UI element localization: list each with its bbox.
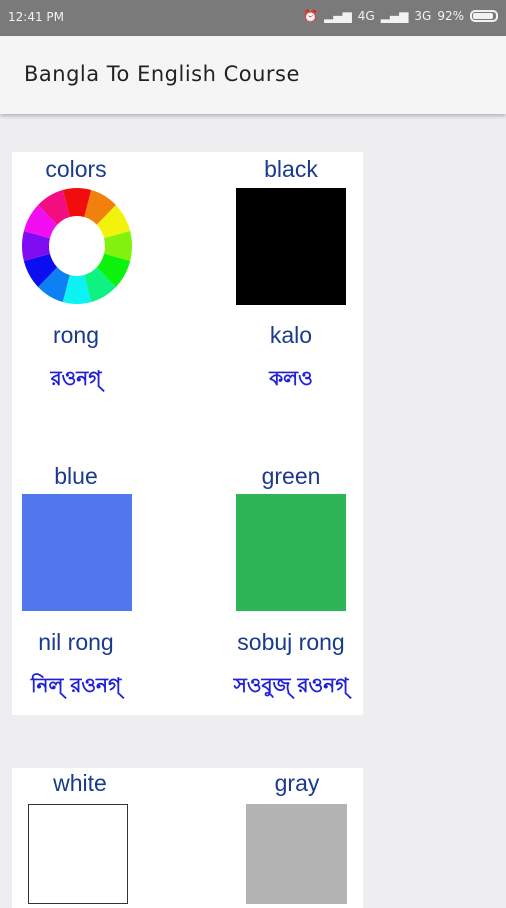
signal-icon-2: ▂▄▆: [380, 9, 409, 23]
bangla-word: নিল্ রওনগ্: [30, 673, 122, 697]
alarm-icon: ⏰: [303, 9, 319, 23]
vocab-item-gray[interactable]: gray: [217, 768, 377, 908]
bangla-word: রওনগ্: [50, 366, 102, 390]
vocab-item-colors[interactable]: colors rong রওনগ্: [0, 152, 156, 432]
network-3g-label: 3G: [414, 9, 432, 23]
status-icons: ⏰ ▂▄▆ 4G ▂▄▆ 3G 92%: [303, 9, 498, 23]
bangla-word: সওবুজ্ রওনগ্: [233, 673, 349, 697]
color-swatch: [236, 188, 346, 305]
battery-fill: [473, 13, 494, 19]
english-word: blue: [54, 463, 98, 489]
vocab-item-white[interactable]: white: [0, 768, 160, 908]
english-word: colors: [45, 156, 107, 182]
romanized-word: nil rong: [38, 629, 114, 655]
signal-icon: ▂▄▆: [324, 9, 352, 23]
vocab-card-2: white gray: [12, 768, 363, 908]
network-4g-label: 4G: [357, 9, 375, 23]
color-swatch: [28, 804, 128, 904]
status-bar: 12:41 PM ⏰ ▂▄▆ 4G ▂▄▆ 3G 92%: [0, 0, 506, 36]
color-swatch: [22, 494, 132, 611]
english-word: black: [264, 156, 318, 182]
english-word: gray: [274, 770, 320, 796]
status-time: 12:41 PM: [8, 10, 64, 24]
color-wheel-icon: [21, 188, 132, 304]
romanized-word: rong: [52, 322, 100, 348]
vocab-card-1: colors rong রওনগ্ black kalo কলও blue ni…: [12, 152, 363, 715]
app-title: Bangla To English Course: [24, 62, 300, 86]
vocab-item-green[interactable]: green sobuj rong সওবুজ্ রওনগ্: [211, 459, 371, 709]
color-swatch: [236, 494, 346, 611]
battery-percent: 92%: [437, 9, 464, 23]
vocab-item-black[interactable]: black kalo কলও: [211, 152, 371, 432]
app-bar: Bangla To English Course: [0, 36, 506, 114]
color-swatch: [246, 804, 347, 904]
bangla-word: কলও: [269, 366, 313, 390]
romanized-word: kalo: [269, 322, 313, 348]
battery-icon: [470, 10, 498, 22]
english-word: green: [261, 463, 321, 489]
vocab-item-blue[interactable]: blue nil rong নিল্ রওনগ্: [0, 459, 156, 709]
romanized-word: sobuj rong: [237, 629, 345, 655]
english-word: white: [53, 770, 107, 796]
